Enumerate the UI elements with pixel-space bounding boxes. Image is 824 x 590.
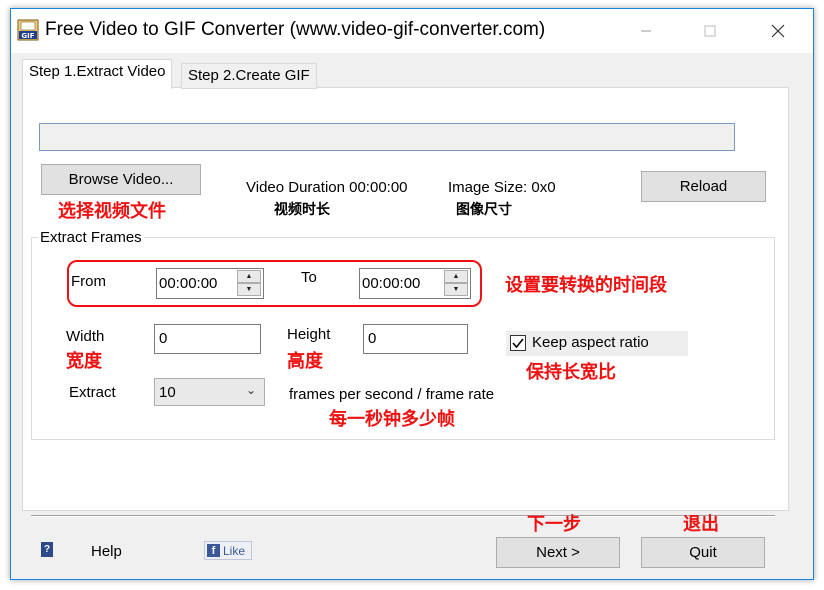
help-link[interactable]: Help (91, 543, 122, 560)
image-size-annotation: 图像尺寸 (456, 202, 512, 218)
minimize-button[interactable] (623, 9, 669, 53)
video-duration-label: Video Duration 00:00:00 (246, 179, 408, 196)
window-title: Free Video to GIF Converter (www.video-g… (45, 19, 546, 40)
reload-button[interactable]: Reload (641, 171, 766, 202)
browse-video-button[interactable]: Browse Video... (41, 164, 201, 195)
to-time-value: 00:00:00 (362, 275, 421, 292)
from-label: From (71, 273, 106, 290)
image-size-label: Image Size: 0x0 (448, 179, 556, 196)
facebook-like-button[interactable]: f Like (204, 541, 252, 560)
fps-label: frames per second / frame rate (289, 386, 495, 403)
from-time-down-button[interactable]: ▼ (237, 283, 261, 296)
keep-aspect-ratio-label: Keep aspect ratio (532, 334, 649, 351)
extract-label: Extract (69, 384, 116, 401)
next-annotation: 下一步 (527, 514, 581, 535)
arrow-up-icon: ▲ (245, 273, 253, 280)
height-annotation: 高度 (287, 351, 323, 372)
to-label: To (301, 269, 317, 286)
frame-rate-select[interactable]: 10 ⌄ (154, 378, 265, 406)
duration-annotation: 视频时长 (274, 202, 330, 218)
extract-frames-title: Extract Frames (38, 229, 144, 246)
maximize-icon (704, 25, 716, 37)
facebook-icon: f (207, 544, 220, 557)
browse-annotation: 选择视频文件 (58, 201, 166, 222)
keep-aspect-ratio-option[interactable]: Keep aspect ratio (506, 331, 688, 356)
video-path-field[interactable] (39, 123, 735, 151)
tab-create-gif[interactable]: Step 2.Create GIF (181, 63, 317, 89)
arrow-down-icon: ▼ (452, 286, 460, 293)
app-window: GIF Free Video to GIF Converter (www.vid… (10, 8, 814, 580)
fps-annotation: 每一秒钟多少帧 (329, 409, 455, 430)
quit-button[interactable]: Quit (641, 537, 765, 568)
from-time-value: 00:00:00 (159, 275, 218, 292)
gif-app-icon: GIF (17, 19, 39, 41)
footer-separator (31, 515, 775, 517)
to-time-spinner[interactable]: 00:00:00 ▲ ▼ (359, 268, 471, 299)
width-label: Width (66, 328, 105, 345)
help-book-icon[interactable]: ? (41, 542, 53, 557)
width-input[interactable]: 0 (154, 324, 261, 354)
keep-aspect-annotation: 保持长宽比 (526, 362, 616, 383)
from-time-spinner[interactable]: 00:00:00 ▲ ▼ (156, 268, 264, 299)
to-time-down-button[interactable]: ▼ (444, 283, 468, 296)
width-annotation: 宽度 (66, 351, 102, 372)
arrow-down-icon: ▼ (245, 286, 253, 293)
quit-annotation: 退出 (683, 514, 719, 535)
close-icon (771, 24, 785, 38)
chevron-down-icon: ⌄ (245, 383, 256, 397)
title-bar[interactable]: GIF Free Video to GIF Converter (www.vid… (11, 9, 813, 53)
maximize-button[interactable] (687, 9, 733, 53)
keep-aspect-ratio-checkbox[interactable] (510, 335, 526, 351)
to-time-up-button[interactable]: ▲ (444, 270, 468, 283)
from-time-up-button[interactable]: ▲ (237, 270, 261, 283)
time-range-annotation: 设置要转换的时间段 (505, 275, 667, 296)
frame-rate-value: 10 (159, 384, 176, 401)
height-label: Height (287, 326, 331, 343)
next-button[interactable]: Next > (496, 537, 620, 568)
arrow-up-icon: ▲ (452, 273, 460, 280)
checkmark-icon (512, 338, 524, 349)
tab-extract-video[interactable]: Step 1.Extract Video (22, 59, 173, 89)
close-button[interactable] (755, 9, 801, 53)
svg-text:GIF: GIF (21, 32, 34, 40)
minimize-icon (641, 30, 651, 32)
like-label: Like (223, 543, 246, 558)
height-input[interactable]: 0 (363, 324, 468, 354)
